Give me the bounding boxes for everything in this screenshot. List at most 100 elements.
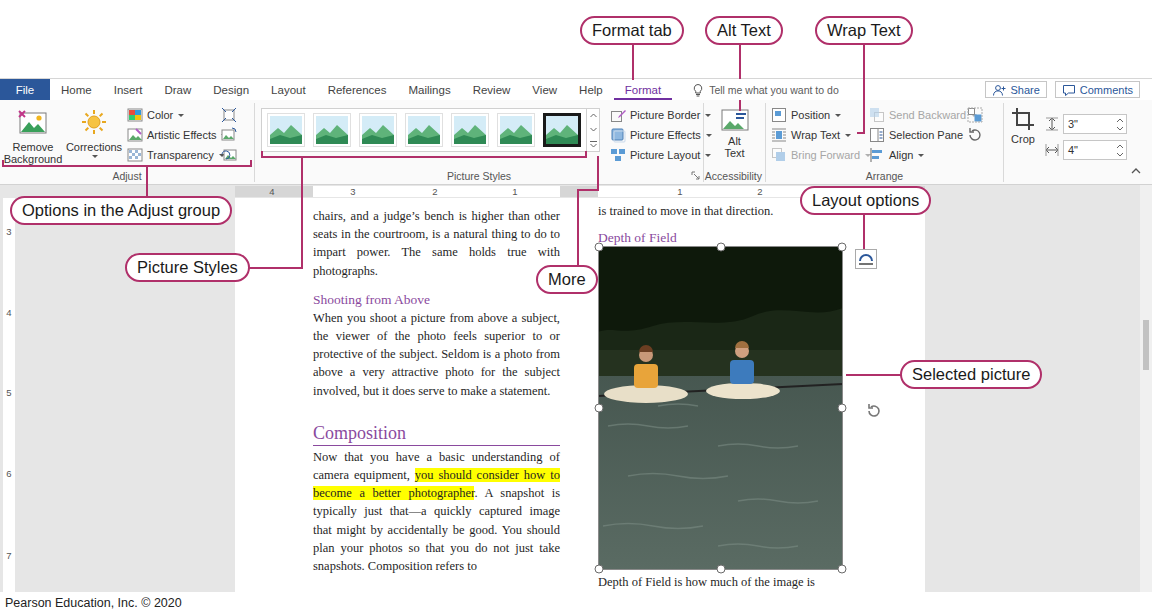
color-swatch-icon (127, 107, 143, 123)
picture-style[interactable] (405, 113, 443, 147)
dialog-launcher-icon (691, 171, 700, 180)
layout-options-icon[interactable] (855, 249, 877, 269)
picture-border-pen-icon (610, 107, 626, 123)
button-label: Position (791, 109, 830, 121)
picture-styles-group-label-row: Picture Styles (255, 169, 703, 182)
height-icon (1045, 117, 1059, 131)
resize-handle[interactable] (716, 243, 725, 252)
collapse-ribbon-button[interactable] (1130, 162, 1152, 180)
reset-picture-icon (221, 147, 237, 163)
arrange-command[interactable]: Align (867, 145, 963, 165)
ribbon-tab[interactable]: Layout (260, 79, 317, 100)
chevron-up-icon (1130, 166, 1142, 176)
selection-pane-icon (869, 127, 885, 143)
ribbon-tab[interactable]: Insert (103, 79, 154, 100)
picture-style[interactable] (313, 113, 351, 147)
tell-me-search[interactable]: Tell me what you want to do (692, 79, 839, 100)
position-icon (771, 107, 787, 123)
picture-style-command[interactable]: Picture Layout (608, 145, 704, 165)
ribbon-tab[interactable]: Format (614, 79, 672, 100)
arrange-tool-button[interactable] (965, 125, 995, 145)
arrange-command[interactable]: Wrap Text (769, 125, 865, 145)
shape-height-field[interactable]: 3" (1063, 114, 1127, 134)
ribbon-tab[interactable]: Draw (153, 79, 202, 100)
dropdown-caret-icon (178, 114, 184, 117)
resize-handle[interactable] (595, 243, 604, 252)
picture-style[interactable] (359, 113, 397, 147)
ribbon-tab[interactable]: Review (462, 79, 522, 100)
picture-style[interactable] (267, 113, 305, 147)
size-group-label-row (1004, 169, 1130, 182)
shape-width-field[interactable]: 4" (1063, 140, 1127, 160)
picture-style[interactable] (497, 113, 535, 147)
ribbon-tab[interactable]: Home (50, 79, 103, 100)
align-icon (869, 147, 885, 163)
vertical-scrollbar[interactable] (1140, 185, 1152, 592)
ribbon-tab[interactable]: References (317, 79, 398, 100)
arrange-group-label-row: Arrange (766, 169, 1003, 182)
share-person-icon (992, 84, 1006, 96)
remove-background-button[interactable]: Remove Background (3, 105, 63, 165)
picture-tool-button[interactable] (219, 145, 249, 165)
gallery-scroll-button[interactable] (587, 123, 599, 137)
adjust-command[interactable]: Color (125, 105, 217, 125)
group-objects-icon (967, 107, 983, 123)
button-label: Color (147, 109, 173, 121)
picture-style[interactable] (543, 113, 581, 147)
left-column: chairs, and a judge’s bench is higher th… (313, 198, 560, 592)
button-label: Remove Background (3, 141, 63, 165)
resize-handle[interactable] (716, 565, 725, 574)
spin-arrows-icon (1116, 118, 1124, 131)
alt-text-icon (720, 107, 750, 133)
ruler-number: 4 (269, 187, 274, 197)
more-button[interactable] (587, 137, 599, 151)
resize-handle[interactable] (838, 404, 847, 413)
alt-text-button[interactable]: Alt Text (709, 105, 761, 159)
adjust-command[interactable]: Artistic Effects (125, 125, 217, 145)
rotate-handle-icon (865, 402, 883, 420)
chevron-up-icon (1130, 166, 1142, 176)
picture-effects-icon (610, 127, 626, 143)
group-label: Arrange (866, 170, 903, 182)
share-button[interactable]: Share (985, 81, 1046, 98)
picture-tool-button[interactable] (219, 125, 249, 145)
file-tab[interactable]: File (0, 79, 50, 100)
resize-handle[interactable] (838, 243, 847, 252)
dialog-launcher-icon[interactable] (691, 171, 700, 180)
reset-picture-icon (221, 147, 237, 163)
picture-border-pen-icon (610, 107, 626, 123)
crop-button[interactable]: Crop (1007, 105, 1039, 145)
gallery-scroll-button[interactable] (587, 109, 599, 123)
ribbon-tab[interactable]: Design (202, 79, 260, 100)
comments-button[interactable]: Comments (1055, 81, 1140, 98)
landscape-thumbnail-icon (316, 116, 348, 144)
adjust-command[interactable]: Transparency (125, 145, 217, 165)
scrollbar-thumb[interactable] (1143, 320, 1149, 370)
more-styles-icon (589, 140, 598, 148)
picture-style-command[interactable]: Picture Border (608, 105, 704, 125)
picture[interactable] (598, 246, 843, 570)
accessibility-group: Alt TextAccessibility (704, 103, 766, 182)
ribbon-tab[interactable]: View (521, 79, 568, 100)
picture-style[interactable] (451, 113, 489, 147)
arrange-tool-button[interactable] (965, 105, 995, 125)
word-window: FileHomeInsertDrawDesignLayoutReferences… (0, 0, 1152, 614)
resize-handle[interactable] (595, 565, 604, 574)
share-person-icon (992, 84, 1006, 96)
ribbon-tab[interactable]: Help (568, 79, 614, 100)
resize-handle[interactable] (838, 565, 847, 574)
ruler-number: 4 (6, 308, 11, 318)
rotate-handle-icon[interactable] (865, 402, 883, 420)
ribbon-tab[interactable]: Mailings (397, 79, 461, 100)
scroll-down-icon (589, 126, 598, 134)
picture-style-command[interactable]: Picture Effects (608, 125, 704, 145)
picture-tool-button[interactable] (219, 105, 249, 125)
corrections-button[interactable]: Corrections (65, 105, 123, 158)
resize-handle[interactable] (595, 404, 604, 413)
landscape-thumbnail-icon (316, 116, 348, 144)
arrange-command[interactable]: Bring Forward (769, 145, 865, 165)
arrange-command[interactable]: Send Backward (867, 105, 963, 125)
arrange-command[interactable]: Position (769, 105, 865, 125)
arrange-command[interactable]: Selection Pane (867, 125, 963, 145)
corrections-sun-icon (78, 107, 110, 139)
